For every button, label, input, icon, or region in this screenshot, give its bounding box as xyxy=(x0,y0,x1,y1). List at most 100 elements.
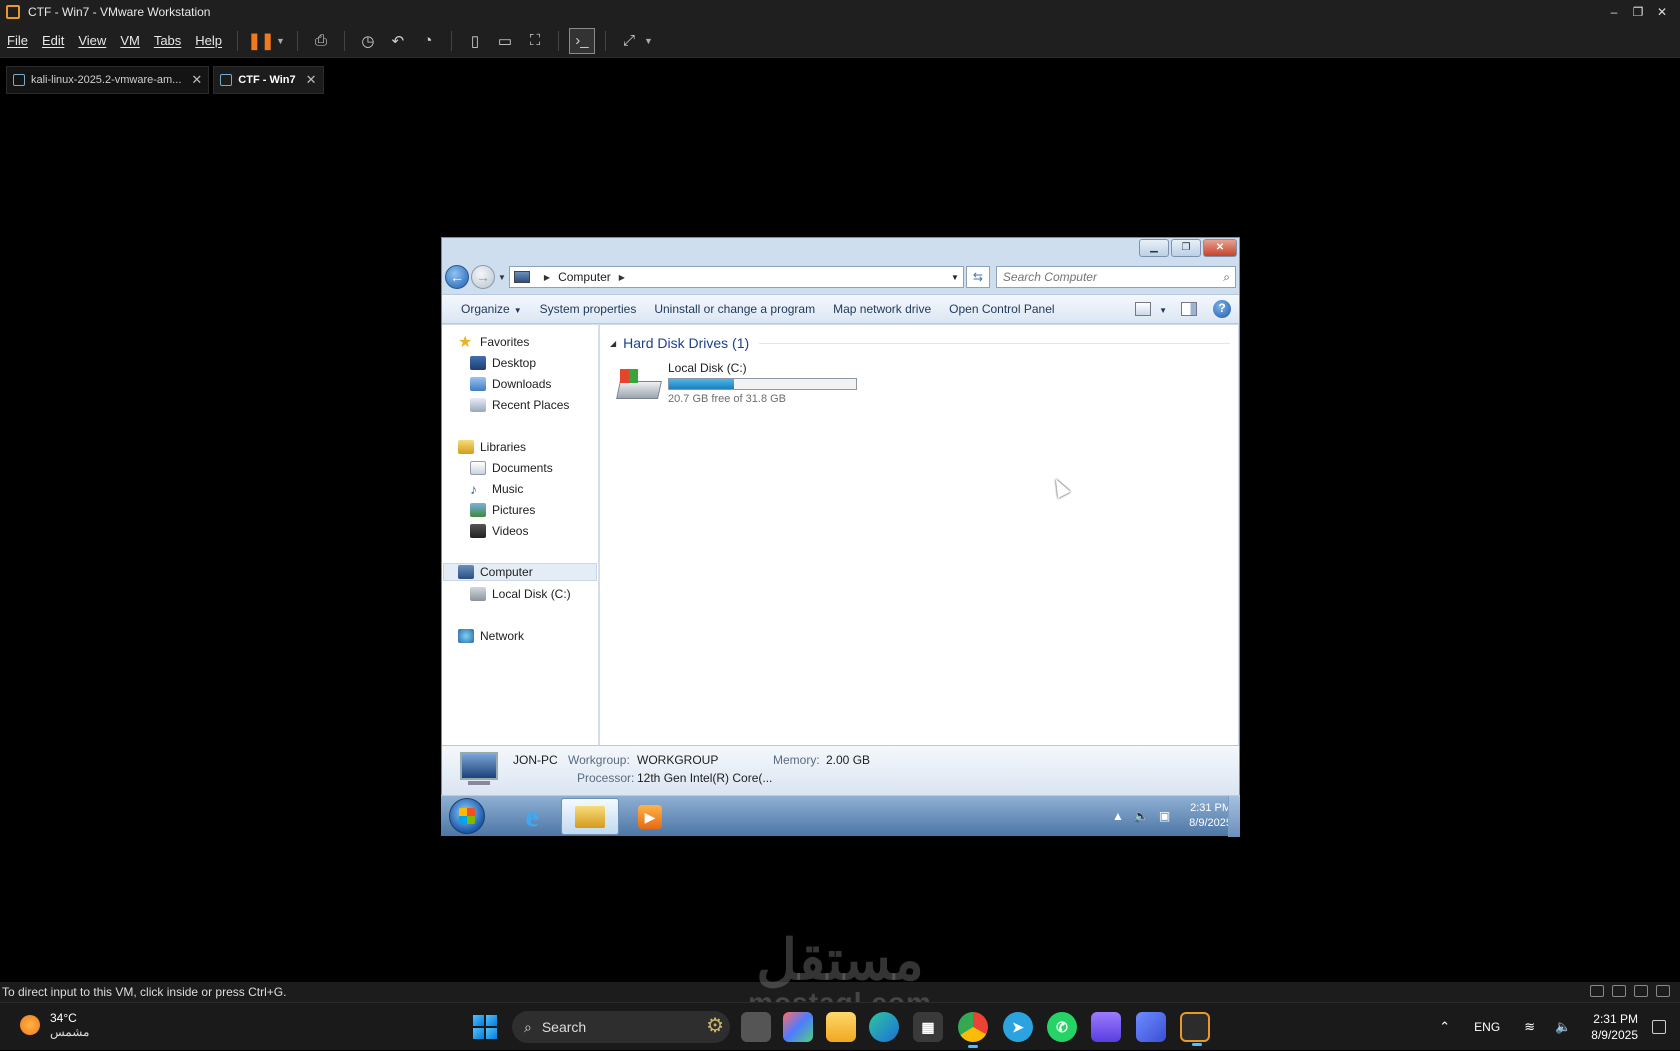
address-bar[interactable]: ▶ Computer ▶ ▼ xyxy=(508,266,964,288)
nav-downloads[interactable]: Downloads xyxy=(470,375,551,393)
content-pane[interactable]: ◢ Hard Disk Drives (1) Local Disk (C:) 2… xyxy=(600,325,1238,745)
tab-ctf-win7[interactable]: CTF - Win7 ✕ xyxy=(213,66,324,94)
minimize-button[interactable]: – xyxy=(1602,5,1626,19)
task-view-icon[interactable] xyxy=(741,1012,771,1042)
breadcrumb-arrow-icon[interactable]: ▶ xyxy=(619,273,625,282)
preview-pane-icon[interactable] xyxy=(1181,302,1197,316)
system-properties-button[interactable]: System properties xyxy=(531,302,646,316)
weather-widget[interactable]: 34°C مشمس xyxy=(20,1011,89,1039)
breadcrumb-computer[interactable]: Computer xyxy=(558,270,611,284)
nav-libraries[interactable]: Libraries xyxy=(458,438,526,456)
nav-favorites[interactable]: ★ Favorites xyxy=(458,333,529,351)
guest-clock[interactable]: 2:31 PM 8/9/2025 xyxy=(1189,801,1232,831)
refresh-icon[interactable]: ⇆ xyxy=(965,266,990,288)
windows-explorer-icon[interactable] xyxy=(561,798,619,835)
start-button[interactable] xyxy=(449,798,485,834)
change-view-icon[interactable] xyxy=(1135,302,1152,316)
library-view-icon[interactable]: ▯ xyxy=(462,28,488,54)
close-icon[interactable]: ✕ xyxy=(191,72,202,88)
guest-screen[interactable]: ▁ ❐ ✕ ← → ▼ ▶ Computer ▶ ▼ ⇆ ⌕ Organize▼… xyxy=(441,237,1240,837)
volume-icon[interactable]: 🔈 xyxy=(1134,809,1149,823)
nav-documents[interactable]: Documents xyxy=(470,459,553,477)
search-icon[interactable]: ⌕ xyxy=(1223,270,1230,285)
menu-file[interactable]: File xyxy=(0,33,35,48)
app-icon[interactable] xyxy=(1136,1012,1166,1042)
group-header[interactable]: ◢ Hard Disk Drives (1) xyxy=(610,335,1230,351)
thumbnail-bar-icon[interactable]: ▭ xyxy=(492,28,518,54)
address-dropdown-icon[interactable]: ▼ xyxy=(951,273,959,282)
send-ctrl-alt-del-icon[interactable]: ⎙ xyxy=(308,28,334,54)
forward-button[interactable]: → xyxy=(471,265,495,289)
internet-explorer-icon[interactable]: e xyxy=(503,798,561,835)
copilot-icon[interactable] xyxy=(783,1012,813,1042)
nav-recent-places[interactable]: Recent Places xyxy=(470,396,569,414)
volume-icon[interactable]: 🔈 xyxy=(1555,1019,1571,1035)
chevron-down-icon[interactable]: ▼ xyxy=(276,36,285,46)
collapse-triangle-icon[interactable]: ◢ xyxy=(610,339,616,348)
help-icon[interactable]: ? xyxy=(1213,300,1231,318)
nav-music[interactable]: ♪ Music xyxy=(470,480,523,498)
language-indicator[interactable]: ENG xyxy=(1474,1020,1500,1034)
nav-videos[interactable]: Videos xyxy=(470,522,528,540)
pause-icon[interactable]: ❚❚ xyxy=(248,28,275,54)
network-tray-icon[interactable]: ▣ xyxy=(1159,809,1170,823)
whatsapp-icon[interactable]: ✆ xyxy=(1047,1012,1077,1042)
revert-snapshot-icon[interactable]: ↶ xyxy=(385,28,411,54)
edge-icon[interactable] xyxy=(869,1012,899,1042)
vmware-taskbar-icon[interactable] xyxy=(1180,1012,1210,1046)
message-log-icon[interactable] xyxy=(1656,985,1670,997)
menu-vm[interactable]: VM xyxy=(113,33,147,48)
menu-edit[interactable]: Edit xyxy=(35,33,71,48)
menu-view[interactable]: View xyxy=(71,33,113,48)
explorer-minimize-button[interactable]: ▁ xyxy=(1139,239,1169,257)
view-options-chevron-icon[interactable]: ▼ xyxy=(1155,302,1167,316)
hard-disk-device-icon[interactable] xyxy=(1590,985,1604,997)
menu-tabs[interactable]: Tabs xyxy=(147,33,188,48)
close-button[interactable]: ✕ xyxy=(1650,5,1674,19)
open-control-panel-button[interactable]: Open Control Panel xyxy=(940,302,1063,316)
console-view-icon[interactable]: ›_ xyxy=(568,27,595,54)
nav-pictures[interactable]: Pictures xyxy=(470,501,535,519)
nav-local-disk[interactable]: Local Disk (C:) xyxy=(470,585,571,603)
map-network-drive-button[interactable]: Map network drive xyxy=(824,302,940,316)
explorer-restore-button[interactable]: ❐ xyxy=(1171,239,1201,257)
network-device-icon[interactable] xyxy=(1612,985,1626,997)
snapshot-icon[interactable]: ◷ xyxy=(355,28,381,54)
recent-pages-chevron-icon[interactable]: ▼ xyxy=(498,273,506,282)
nav-computer[interactable]: Computer xyxy=(443,563,597,581)
media-player-icon[interactable]: ▶ xyxy=(621,798,679,835)
drive-item-c[interactable]: Local Disk (C:) 20.7 GB free of 31.8 GB xyxy=(616,361,857,405)
nav-network[interactable]: Network xyxy=(458,627,524,645)
microsoft-store-icon[interactable]: ▦ xyxy=(913,1012,943,1042)
full-screen-icon[interactable]: ⛶ xyxy=(522,28,548,54)
tab-kali[interactable]: kali-linux-2025.2-vmware-am... ✕ xyxy=(6,66,210,94)
close-icon[interactable]: ✕ xyxy=(306,72,317,88)
snapshot-manager-icon[interactable]: ◔ xyxy=(415,28,441,54)
chevron-down-icon[interactable]: ▼ xyxy=(644,36,653,46)
restore-button[interactable]: ❐ xyxy=(1626,5,1650,19)
windows-start-icon[interactable] xyxy=(473,1015,497,1039)
stretch-guest-icon[interactable]: ⤢ xyxy=(616,28,642,54)
tray-expand-icon[interactable]: ▲ xyxy=(1112,809,1124,823)
explorer-close-button[interactable]: ✕ xyxy=(1203,239,1237,257)
nav-desktop[interactable]: Desktop xyxy=(470,354,536,372)
weather-text: 34°C مشمس xyxy=(50,1011,89,1039)
back-button[interactable]: ← xyxy=(445,265,469,289)
host-search-box[interactable]: ⌕ Search ⚙ xyxy=(512,1011,730,1043)
organize-button[interactable]: Organize ▼ xyxy=(452,302,531,316)
uninstall-program-button[interactable]: Uninstall or change a program xyxy=(645,302,824,316)
wifi-icon[interactable]: ≋ xyxy=(1524,1019,1535,1035)
sound-device-icon[interactable] xyxy=(1634,985,1648,997)
chrome-icon[interactable] xyxy=(958,1012,988,1048)
breadcrumb-arrow-icon[interactable]: ▶ xyxy=(544,273,550,282)
telegram-icon[interactable]: ➤ xyxy=(1003,1012,1033,1042)
menu-help[interactable]: Help xyxy=(188,33,229,48)
search-input[interactable] xyxy=(1002,270,1203,284)
host-clock[interactable]: 2:31 PM 8/9/2025 xyxy=(1591,1011,1638,1043)
search-box[interactable]: ⌕ xyxy=(995,266,1236,288)
show-desktop-button[interactable] xyxy=(1228,796,1240,837)
obsidian-icon[interactable] xyxy=(1091,1012,1121,1042)
chevron-up-icon[interactable]: ⌃ xyxy=(1439,1019,1450,1035)
file-explorer-icon[interactable] xyxy=(826,1012,856,1042)
notification-icon[interactable] xyxy=(1652,1020,1666,1034)
